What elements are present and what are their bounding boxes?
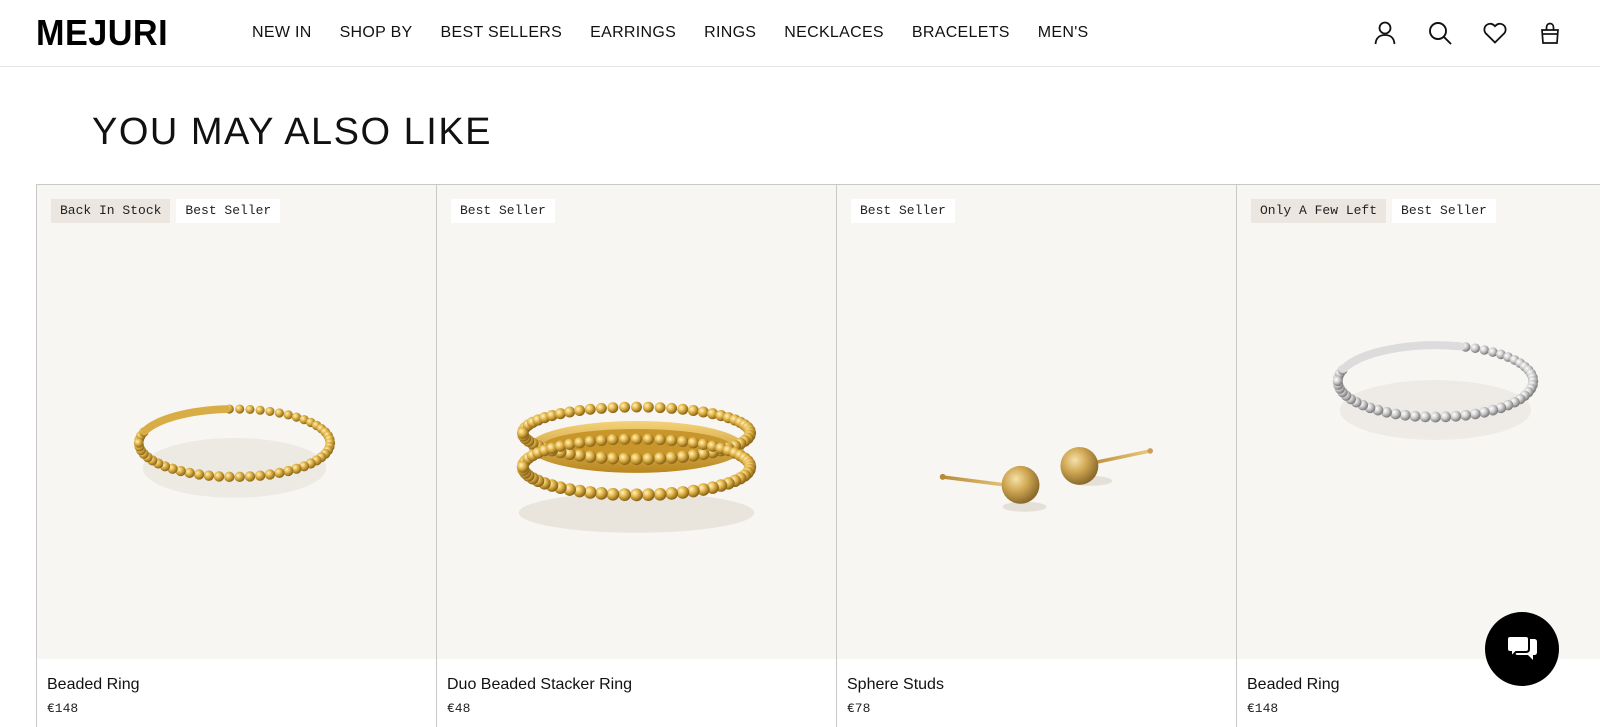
product-card[interactable]: Back In Stock Best Seller Beaded Ring €1…	[36, 185, 436, 727]
product-price: €48	[447, 701, 471, 716]
site-header: MEJURI NEW IN SHOP BY BEST SELLERS EARRI…	[0, 0, 1600, 67]
search-icon[interactable]	[1426, 19, 1454, 47]
product-carousel: Back In Stock Best Seller Beaded Ring €1…	[36, 184, 1600, 727]
chat-button[interactable]	[1485, 612, 1559, 686]
badge-group: Back In Stock Best Seller	[51, 199, 281, 223]
duo-beaded-stacker-ring-image	[516, 401, 757, 533]
product-price: €148	[47, 701, 79, 716]
section-title: YOU MAY ALSO LIKE	[92, 111, 493, 153]
nav-item-shop-by[interactable]: SHOP BY	[340, 22, 413, 44]
header-icons	[1371, 19, 1564, 47]
nav-item-mens[interactable]: MEN'S	[1038, 22, 1089, 44]
product-name[interactable]: Duo Beaded Stacker Ring	[447, 675, 632, 695]
product-card[interactable]: Best Seller	[436, 185, 836, 727]
badge-group: Only A Few Left Best Seller	[1251, 199, 1496, 223]
status-badge: Only A Few Left	[1251, 199, 1387, 223]
cart-bag-icon[interactable]	[1536, 19, 1564, 47]
status-badge: Best Seller	[1392, 199, 1496, 223]
nav-item-rings[interactable]: RINGS	[704, 22, 756, 44]
wishlist-heart-icon[interactable]	[1481, 19, 1509, 47]
beaded-ring-silver-image	[1332, 341, 1539, 440]
status-badge: Best Seller	[451, 199, 555, 223]
badge-group: Best Seller	[451, 199, 555, 223]
product-card[interactable]: Best Seller	[836, 185, 1236, 727]
product-price: €148	[1247, 701, 1279, 716]
product-image-area[interactable]: Back In Stock Best Seller	[37, 185, 436, 659]
account-icon[interactable]	[1371, 19, 1399, 47]
nav-item-necklaces[interactable]: NECKLACES	[784, 22, 884, 44]
nav-item-best-sellers[interactable]: BEST SELLERS	[441, 22, 563, 44]
product-image-area[interactable]: Best Seller	[437, 185, 836, 659]
product-name[interactable]: Sphere Studs	[847, 675, 944, 695]
badge-group: Best Seller	[851, 199, 955, 223]
product-name[interactable]: Beaded Ring	[1247, 675, 1340, 695]
status-badge: Best Seller	[851, 199, 955, 223]
beaded-ring-gold-image	[133, 404, 336, 498]
status-badge: Best Seller	[176, 199, 281, 223]
chat-bubble-icon	[1506, 635, 1537, 660]
product-image-area[interactable]: Best Seller	[837, 185, 1236, 659]
product-image-area[interactable]: Only A Few Left Best Seller	[1237, 185, 1600, 659]
main-nav: NEW IN SHOP BY BEST SELLERS EARRINGS RIN…	[252, 22, 1117, 44]
nav-item-new-in[interactable]: NEW IN	[252, 22, 312, 44]
sphere-studs-image	[939, 446, 1154, 512]
status-badge: Back In Stock	[51, 199, 171, 223]
product-price: €78	[847, 701, 871, 716]
product-name[interactable]: Beaded Ring	[47, 675, 140, 695]
mejuri-logo[interactable]: MEJURI	[36, 14, 168, 52]
nav-item-bracelets[interactable]: BRACELETS	[912, 22, 1010, 44]
nav-item-earrings[interactable]: EARRINGS	[590, 22, 676, 44]
